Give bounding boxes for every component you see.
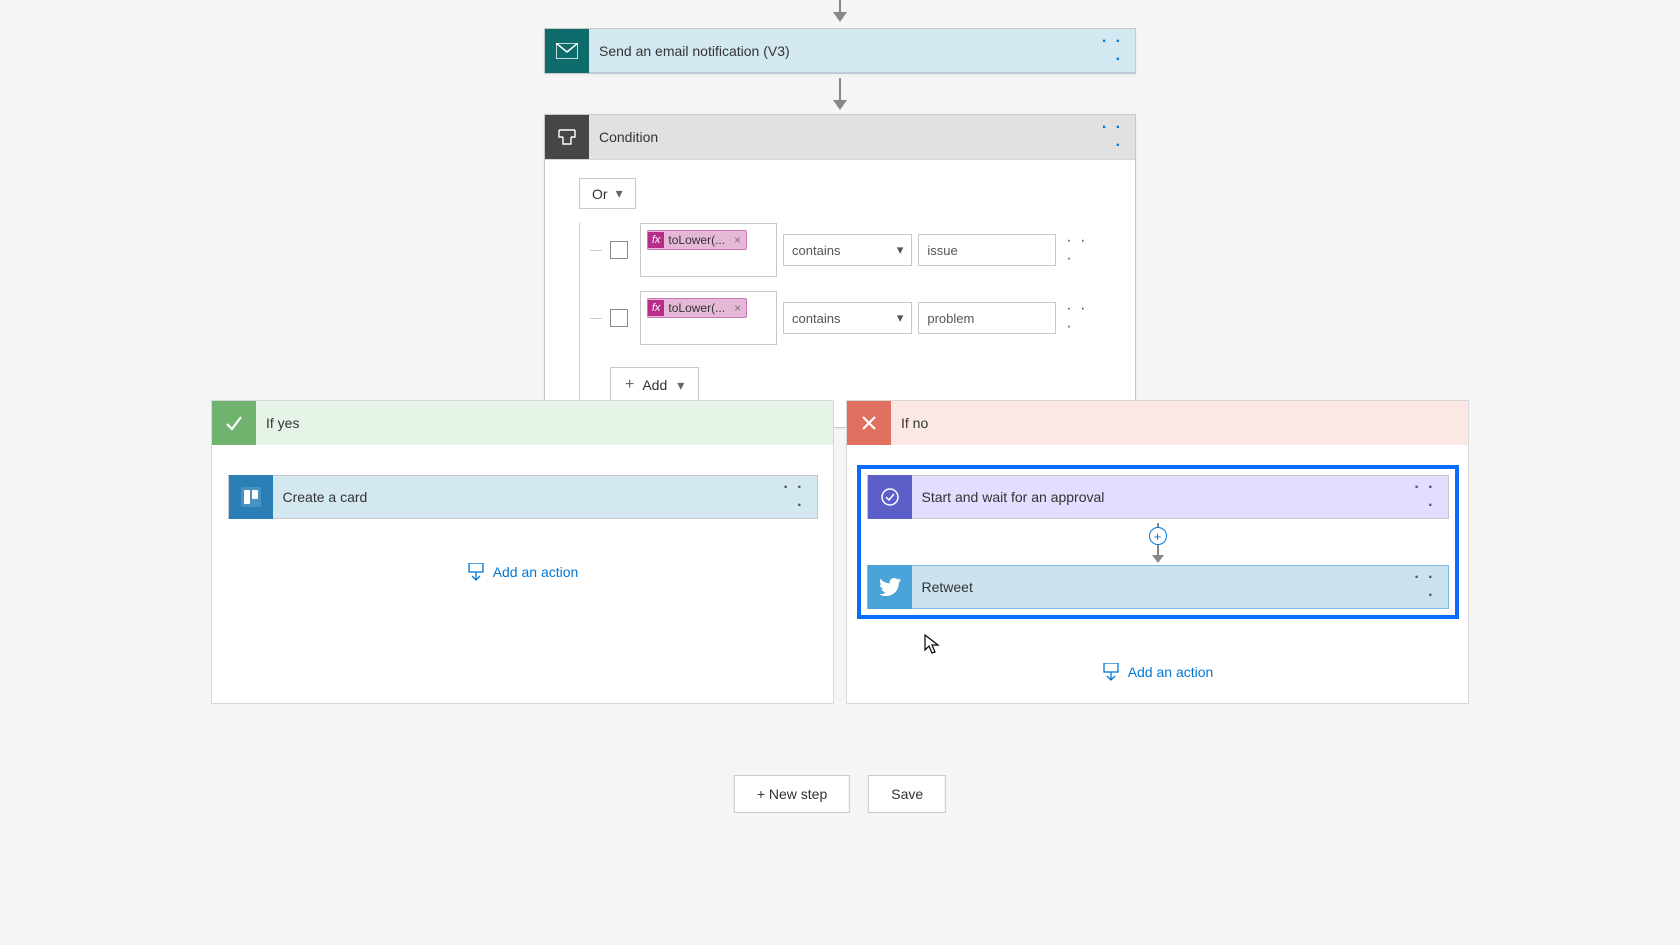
add-action-icon <box>1102 663 1120 681</box>
mail-icon <box>545 29 589 73</box>
insert-step-button[interactable]: + <box>1149 527 1167 545</box>
close-icon <box>847 401 891 445</box>
retweet-action-title: Retweet <box>912 579 1408 595</box>
new-step-button[interactable]: + New step <box>734 775 850 813</box>
check-icon <box>212 401 256 445</box>
expression-field[interactable]: fx toLower(... × <box>640 223 777 277</box>
remove-pill[interactable]: × <box>729 301 746 315</box>
trello-action-menu[interactable]: · · · <box>777 479 817 515</box>
row-menu[interactable]: · · · <box>1062 300 1101 336</box>
row-checkbox[interactable] <box>610 309 628 327</box>
add-action-icon <box>467 563 485 581</box>
value-input[interactable] <box>918 302 1056 334</box>
chevron-down-icon: ▾ <box>616 185 623 202</box>
selection-highlight: Start and wait for an approval · · · + R <box>857 465 1459 619</box>
expression-field[interactable]: fx toLower(... × <box>640 291 777 345</box>
flow-arrow <box>833 0 847 22</box>
condition-card: Condition · · · Or ▾ fx toLower(... × <box>544 114 1136 428</box>
row-menu[interactable]: · · · <box>1062 232 1101 268</box>
retweet-action-menu[interactable]: · · · <box>1408 569 1448 605</box>
operator-dropdown[interactable]: contains ▾ <box>783 302 912 334</box>
row-checkbox[interactable] <box>610 241 628 259</box>
expression-pill: fx toLower(... × <box>647 230 747 250</box>
email-step-title: Send an email notification (V3) <box>589 43 1095 59</box>
twitter-icon <box>868 565 912 609</box>
condition-menu[interactable]: · · · <box>1095 119 1135 155</box>
if-no-header[interactable]: If no <box>847 401 1468 445</box>
cursor-icon <box>924 634 940 656</box>
group-operator-label: Or <box>592 186 608 202</box>
trello-icon <box>229 475 273 519</box>
plus-icon: + <box>625 376 634 394</box>
expression-pill: fx toLower(... × <box>647 298 747 318</box>
trello-action-title: Create a card <box>273 489 777 505</box>
group-operator-dropdown[interactable]: Or ▾ <box>579 178 636 209</box>
operator-dropdown[interactable]: contains ▾ <box>783 234 912 266</box>
condition-title: Condition <box>589 129 1095 145</box>
remove-pill[interactable]: × <box>729 233 746 247</box>
add-condition-button[interactable]: + Add ▾ <box>610 367 699 403</box>
value-input[interactable] <box>918 234 1056 266</box>
chevron-down-icon: ▾ <box>897 310 904 326</box>
email-step-card[interactable]: Send an email notification (V3) · · · <box>544 28 1136 74</box>
approval-action-menu[interactable]: · · · <box>1408 479 1448 515</box>
if-no-title: If no <box>891 415 1468 431</box>
chevron-down-icon: ▾ <box>677 377 684 394</box>
fx-icon: fx <box>648 232 665 248</box>
retweet-action-card[interactable]: Retweet · · · <box>867 565 1449 609</box>
condition-header[interactable]: Condition · · · <box>545 115 1135 159</box>
add-action-button[interactable]: Add an action <box>467 563 579 581</box>
condition-icon <box>545 115 589 159</box>
approval-icon <box>868 475 912 519</box>
trello-action-card[interactable]: Create a card · · · <box>228 475 818 519</box>
flow-arrow <box>833 78 847 110</box>
if-yes-header[interactable]: If yes <box>212 401 833 445</box>
if-yes-branch: If yes Create a card · · · Add an action <box>211 400 834 704</box>
condition-row: fx toLower(... × contains ▾ · · · <box>590 291 1101 345</box>
approval-action-card[interactable]: Start and wait for an approval · · · <box>867 475 1449 519</box>
add-action-button[interactable]: Add an action <box>1102 663 1214 681</box>
condition-row: fx toLower(... × contains ▾ · · · <box>590 223 1101 277</box>
save-button[interactable]: Save <box>868 775 946 813</box>
fx-icon: fx <box>648 300 665 316</box>
insert-step-arrow: + <box>1149 523 1167 563</box>
email-step-menu[interactable]: · · · <box>1095 33 1135 69</box>
if-yes-title: If yes <box>256 415 833 431</box>
chevron-down-icon: ▾ <box>897 242 904 258</box>
approval-action-title: Start and wait for an approval <box>912 489 1408 505</box>
if-no-branch: If no Start and wait for an approval · ·… <box>846 400 1469 704</box>
